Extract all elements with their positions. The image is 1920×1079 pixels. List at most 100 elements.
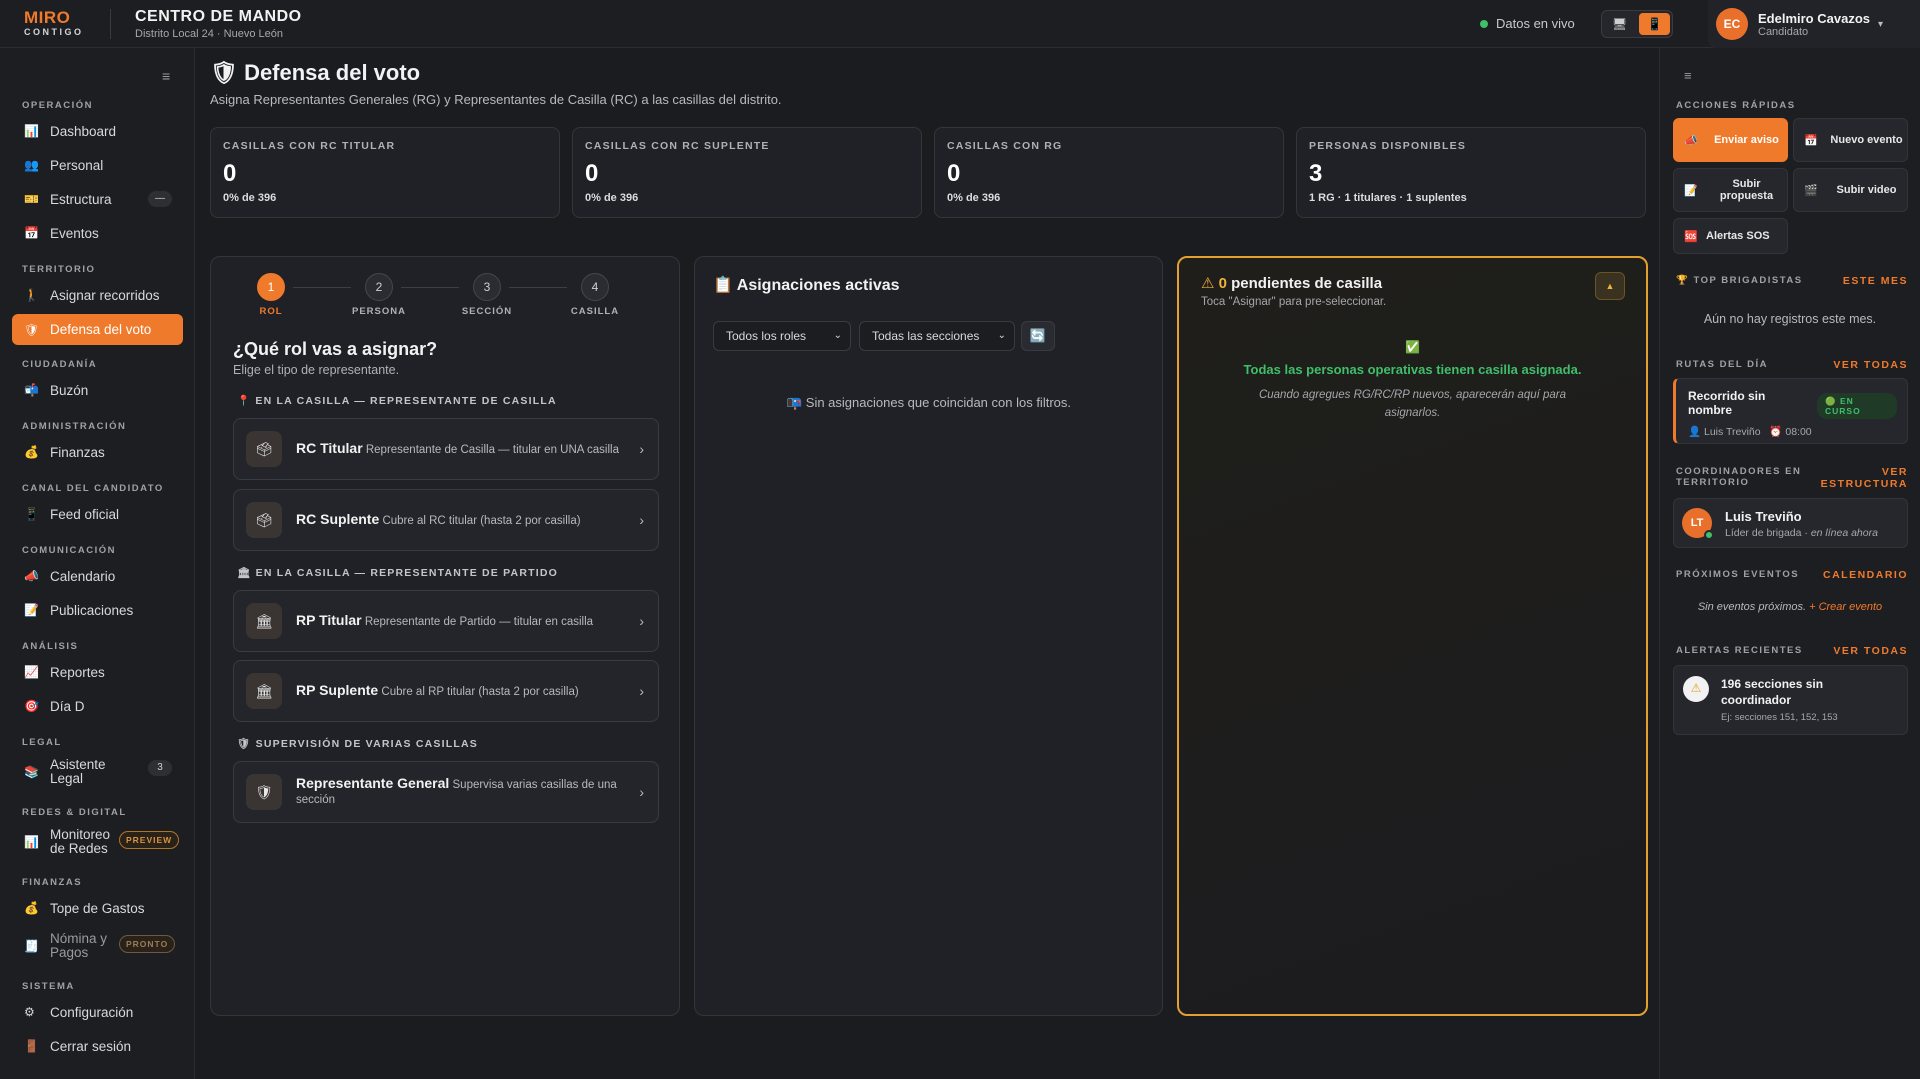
qa-label: Enviar aviso bbox=[1714, 134, 1779, 146]
sidebar-item-label: Defensa del voto bbox=[50, 322, 152, 337]
alert-card[interactable]: ⚠ 196 secciones sin coordinador Ej: secc… bbox=[1673, 665, 1908, 735]
wizard-hint: Elige el tipo de representante. bbox=[233, 363, 400, 377]
mobile-view-icon[interactable]: 📱 bbox=[1639, 13, 1670, 35]
sidebar-item-label: Publicaciones bbox=[50, 602, 134, 618]
role-card-rp-titular[interactable]: 🏛 RP Titular Representante de Partido — t… bbox=[233, 590, 659, 652]
send-notice-button[interactable]: 📣 Enviar aviso bbox=[1673, 118, 1788, 162]
create-event-link[interactable]: + Crear evento bbox=[1809, 601, 1882, 613]
pending-title-text: pendientes de casilla bbox=[1231, 275, 1383, 292]
sidebar-item-dashboard[interactable]: 📊 Dashboard bbox=[0, 114, 194, 148]
upload-video-button[interactable]: 🎬 Subir video bbox=[1793, 168, 1908, 212]
sidebar-item-label: Finanzas bbox=[50, 444, 105, 460]
new-event-button[interactable]: 📅 Nuevo evento bbox=[1793, 118, 1908, 162]
this-month-link[interactable]: ESTE MES bbox=[1843, 275, 1908, 287]
sidebar-item-finanzas[interactable]: 💰 Finanzas bbox=[0, 435, 194, 469]
sidebar-section-title: REDES & DIGITAL bbox=[22, 807, 127, 818]
sidebar-item-tope-de-gastos[interactable]: 💰 Tope de Gastos bbox=[0, 891, 194, 925]
collapse-menu-icon[interactable]: ≡ bbox=[162, 68, 170, 84]
role-filter-select[interactable]: Todos los roles ⌄ bbox=[713, 321, 851, 351]
chevron-right-icon: › bbox=[639, 683, 644, 699]
megaphone-icon: 📣 bbox=[1684, 134, 1698, 147]
sidebar-section-title: CANAL DEL CANDIDATO bbox=[22, 483, 164, 494]
sidebar-item-monitoreo-de-redes[interactable]: 📊 Monitoreo de Redes PREVIEW bbox=[0, 821, 194, 863]
step-rol[interactable]: 1 ROL bbox=[231, 273, 311, 317]
refresh-button[interactable]: 🔄 bbox=[1021, 321, 1055, 351]
sidebar-item-asistente-legal[interactable]: 📚 Asistente Legal 3 bbox=[0, 751, 194, 793]
sidebar-section-title: LEGAL bbox=[22, 737, 62, 748]
alert-sub: Ej: secciones 151, 152, 153 bbox=[1721, 712, 1838, 723]
building-icon: 🏛 bbox=[246, 603, 282, 639]
sidebar-section-title: TERRITORIO bbox=[22, 264, 96, 275]
sidebar-item-cerrar-sesion[interactable]: 🚪 Cerrar sesión bbox=[0, 1029, 194, 1063]
page-title: 🛡 Defensa del voto bbox=[210, 60, 1648, 86]
sidebar-item-dia-d[interactable]: 🎯 Día D bbox=[0, 689, 194, 723]
sidebar-item-eventos[interactable]: 📅 Eventos bbox=[0, 216, 194, 250]
collapse-toggle-button[interactable]: ▲ bbox=[1595, 272, 1625, 300]
coordinator-card[interactable]: LT Luis Treviño Líder de brigada · en lí… bbox=[1673, 498, 1908, 548]
brand-line1: MIRO bbox=[24, 8, 71, 27]
online-dot-icon bbox=[1704, 530, 1714, 540]
kpi-card: CASILLAS CON RC SUPLENTE 0 0% de 396 bbox=[572, 127, 922, 218]
routes-see-all-link[interactable]: VER TODAS bbox=[1833, 359, 1908, 371]
coordinator-status: en línea ahora bbox=[1810, 527, 1878, 539]
chevron-right-icon: › bbox=[639, 784, 644, 800]
structure-link[interactable]: VER ESTRUCTURA bbox=[1813, 466, 1908, 490]
section-filter-select[interactable]: Todas las secciones ⌄ bbox=[859, 321, 1015, 351]
qa-label: Subir video bbox=[1836, 184, 1897, 196]
role-card-rp-suplente[interactable]: 🏛 RP Suplente Cubre al RP titular (hasta … bbox=[233, 660, 659, 722]
sidebar-item-publicaciones[interactable]: 📝 Publicaciones bbox=[0, 593, 194, 627]
sidebar-item-label: Dashboard bbox=[50, 123, 117, 139]
role-card-rc-titular[interactable]: 🗳 RC Titular Representante de Casilla — t… bbox=[233, 418, 659, 480]
command-center-title: CENTRO DE MANDO Distrito Local 24 · Nuev… bbox=[135, 8, 302, 40]
role-card-rc-suplente[interactable]: 🗳 RC Suplente Cubre al RC titular (hasta … bbox=[233, 489, 659, 551]
main-content: 🛡 Defensa del voto Asigna Representantes… bbox=[210, 60, 1648, 1016]
sidebar: ≡ OPERACIÓN 📊 Dashboard 👥 Personal 🎫 Estructur… bbox=[0, 48, 195, 1079]
qa-label: Subir propuesta bbox=[1719, 178, 1774, 202]
brand-logo[interactable]: MIRO CONTIGO bbox=[0, 9, 110, 38]
sidebar-item-label: Estructura bbox=[50, 191, 112, 207]
sidebar-item-icon: 🚶 bbox=[24, 288, 39, 302]
user-menu[interactable]: EC Edelmiro Cavazos Candidato ▾ bbox=[1708, 0, 1920, 48]
sidebar-item-icon: 📝 bbox=[24, 603, 39, 617]
step-persona[interactable]: 2 PERSONA bbox=[339, 273, 419, 317]
route-name: Recorrido sin nombre bbox=[1688, 389, 1766, 417]
user-role: Candidato bbox=[1758, 25, 1809, 38]
step-number: 3 bbox=[473, 273, 501, 301]
sidebar-item-personal[interactable]: 👥 Personal bbox=[0, 148, 194, 182]
step-seccion[interactable]: 3 SECCIÓN bbox=[447, 273, 527, 317]
calendar-link[interactable]: CALENDARIO bbox=[1823, 569, 1908, 581]
desktop-view-icon[interactable]: 🖥 bbox=[1604, 13, 1635, 35]
sidebar-item-feed-oficial[interactable]: 📱 Feed oficial bbox=[0, 497, 194, 531]
sidebar-section-title: FINANZAS bbox=[22, 877, 83, 888]
sidebar-section-title: SISTEMA bbox=[22, 981, 75, 992]
sidebar-item-calendario[interactable]: 📣 Calendario bbox=[0, 559, 194, 593]
sidebar-item-asignar-recorridos[interactable]: 🚶 Asignar recorridos bbox=[0, 278, 194, 312]
sidebar-item-icon: 👥 bbox=[24, 158, 39, 172]
alerts-see-all-link[interactable]: VER TODAS bbox=[1833, 645, 1908, 657]
qa-label: Nuevo evento bbox=[1830, 134, 1903, 146]
sos-alerts-button[interactable]: 🆘 Alertas SOS bbox=[1673, 218, 1788, 254]
sidebar-item-buzon[interactable]: 📬 Buzón bbox=[0, 373, 194, 407]
route-card[interactable]: Recorrido sin nombre 🟢 EN CURSO 👤 Luis T… bbox=[1673, 378, 1908, 444]
upload-proposal-button[interactable]: 📝 Subir propuesta bbox=[1673, 168, 1788, 212]
coordinator-name: Luis Treviño bbox=[1725, 509, 1802, 524]
sidebar-item-reportes[interactable]: 📈 Reportes bbox=[0, 655, 194, 689]
count-badge: — bbox=[148, 191, 172, 207]
sidebar-item-configuracion[interactable]: ⚙ Configuración bbox=[0, 995, 194, 1029]
sidebar-item-nomina-y-pagos[interactable]: 🧾 Nómina y Pagos PRONTO bbox=[0, 925, 194, 967]
sidebar-item-icon: 🚪 bbox=[24, 1039, 39, 1053]
kpi-value: 0 bbox=[223, 160, 237, 187]
sidebar-item-label: Tope de Gastos bbox=[50, 900, 145, 916]
sidebar-item-defensa-del-voto[interactable]: 🛡 Defensa del voto bbox=[12, 314, 183, 345]
role-card-rg[interactable]: 🛡 Representante General Supervisa varias … bbox=[233, 761, 659, 823]
pending-panel: ⚠ 0 pendientes de casilla Toca "Asignar"… bbox=[1177, 256, 1648, 1016]
sos-icon: 🆘 bbox=[1684, 230, 1698, 243]
step-number: 1 bbox=[257, 273, 285, 301]
sidebar-item-estructura[interactable]: 🎫 Estructura — bbox=[0, 182, 194, 216]
step-label: SECCIÓN bbox=[461, 306, 513, 317]
clipboard-icon: 📋 bbox=[713, 277, 733, 294]
menu-icon[interactable]: ≡ bbox=[1684, 68, 1692, 83]
wizard-steps: 1 ROL 2 PERSONA 3 SECCIÓN 4 CASILLA bbox=[231, 273, 661, 323]
live-indicator: Datos en vivo bbox=[1480, 16, 1575, 31]
step-casilla[interactable]: 4 CASILLA bbox=[555, 273, 635, 317]
